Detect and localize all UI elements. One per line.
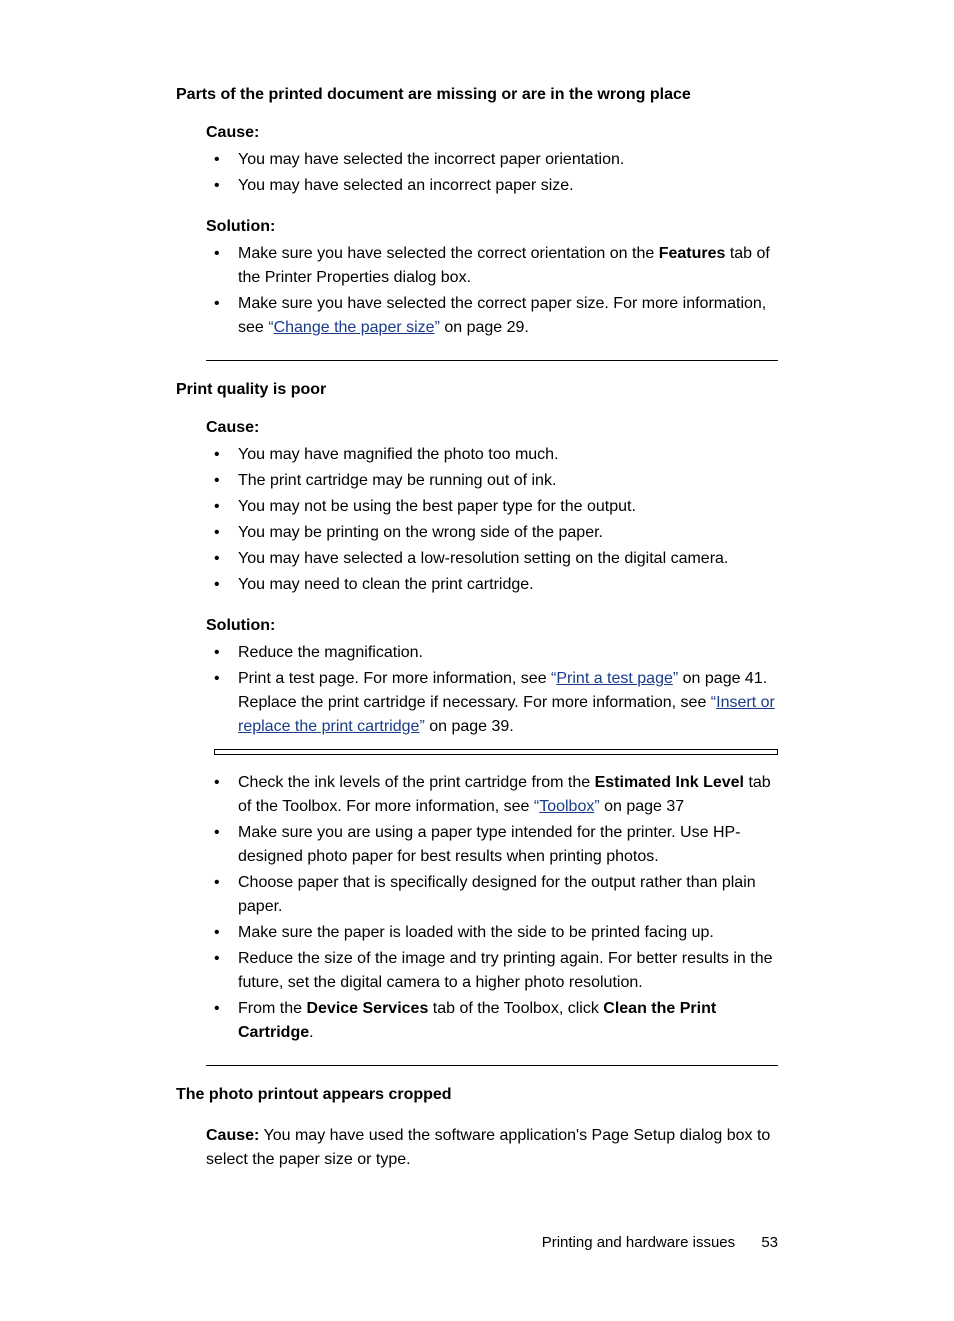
list-item: You may have selected a low-resolution s…: [238, 547, 778, 571]
text: Check the ink levels of the print cartri…: [238, 774, 595, 791]
section-cropped: The photo printout appears cropped Cause…: [176, 1086, 778, 1172]
bold-text: Device Services: [306, 1000, 428, 1017]
cause-label: Cause:: [206, 419, 778, 437]
divider: [206, 360, 778, 361]
page-footer: Printing and hardware issues 53: [542, 1234, 778, 1251]
cause-label: Cause:: [206, 124, 778, 142]
list-item: Reduce the magnification.: [238, 641, 778, 665]
list-item: Print a test page. For more information,…: [238, 667, 778, 739]
separator-box: [214, 749, 778, 755]
list-item: You may have selected the incorrect pape…: [238, 148, 778, 172]
list-item: You may not be using the best paper type…: [238, 495, 778, 519]
solution-block: Solution: Make sure you have selected th…: [176, 218, 778, 340]
list-item: From the Device Services tab of the Tool…: [238, 997, 778, 1045]
bold-text: Features: [659, 245, 726, 262]
cause-list: You may have selected the incorrect pape…: [206, 148, 778, 198]
text: Print a test page. For more information,…: [238, 670, 551, 687]
cause-block: Cause: You may have selected the incorre…: [176, 124, 778, 198]
section-title: Parts of the printed document are missin…: [176, 86, 778, 104]
list-item: Make sure you have selected the correct …: [238, 242, 778, 290]
text: on page 29.: [440, 319, 529, 336]
section-print-quality: Print quality is poor Cause: You may hav…: [176, 381, 778, 1045]
text: You may have used the software applicati…: [206, 1127, 770, 1168]
section-title: Print quality is poor: [176, 381, 778, 399]
list-item: You may be printing on the wrong side of…: [238, 521, 778, 545]
solution-block-continued: Check the ink levels of the print cartri…: [176, 771, 778, 1045]
link-toolbox[interactable]: Toolbox: [539, 798, 594, 815]
list-item: Make sure you have selected the correct …: [238, 292, 778, 340]
solution-label: Solution:: [206, 218, 778, 236]
list-item: You may have magnified the photo too muc…: [238, 443, 778, 467]
cause-inline: Cause: You may have used the software ap…: [176, 1124, 778, 1172]
page-number: 53: [761, 1234, 778, 1251]
text: .: [309, 1024, 313, 1041]
cause-list: You may have magnified the photo too muc…: [206, 443, 778, 597]
solution-list: Make sure you have selected the correct …: [206, 242, 778, 340]
list-item: Choose paper that is specifically design…: [238, 871, 778, 919]
list-item: Make sure you are using a paper type int…: [238, 821, 778, 869]
text: tab of the Toolbox, click: [428, 1000, 603, 1017]
footer-text: Printing and hardware issues: [542, 1234, 735, 1251]
section-missing-parts: Parts of the printed document are missin…: [176, 86, 778, 340]
text: From the: [238, 1000, 306, 1017]
cause-label: Cause:: [206, 1127, 259, 1144]
link-change-paper-size[interactable]: Change the paper size: [274, 319, 435, 336]
cause-block: Cause: You may have magnified the photo …: [176, 419, 778, 597]
link-print-test-page[interactable]: Print a test page: [556, 670, 673, 687]
list-item: You may have selected an incorrect paper…: [238, 174, 778, 198]
text: on page 37: [600, 798, 685, 815]
list-item: Make sure the paper is loaded with the s…: [238, 921, 778, 945]
divider: [206, 1065, 778, 1066]
solution-block: Solution: Reduce the magnification. Prin…: [176, 617, 778, 739]
list-item: Check the ink levels of the print cartri…: [238, 771, 778, 819]
bold-text: Estimated Ink Level: [595, 774, 744, 791]
section-title: The photo printout appears cropped: [176, 1086, 778, 1104]
list-item: Reduce the size of the image and try pri…: [238, 947, 778, 995]
list-item: You may need to clean the print cartridg…: [238, 573, 778, 597]
list-item: The print cartridge may be running out o…: [238, 469, 778, 493]
solution-label: Solution:: [206, 617, 778, 635]
text: Make sure you have selected the correct …: [238, 245, 659, 262]
solution-list: Check the ink levels of the print cartri…: [206, 771, 778, 1045]
text: on page 39.: [425, 718, 514, 735]
solution-list: Reduce the magnification. Print a test p…: [206, 641, 778, 739]
